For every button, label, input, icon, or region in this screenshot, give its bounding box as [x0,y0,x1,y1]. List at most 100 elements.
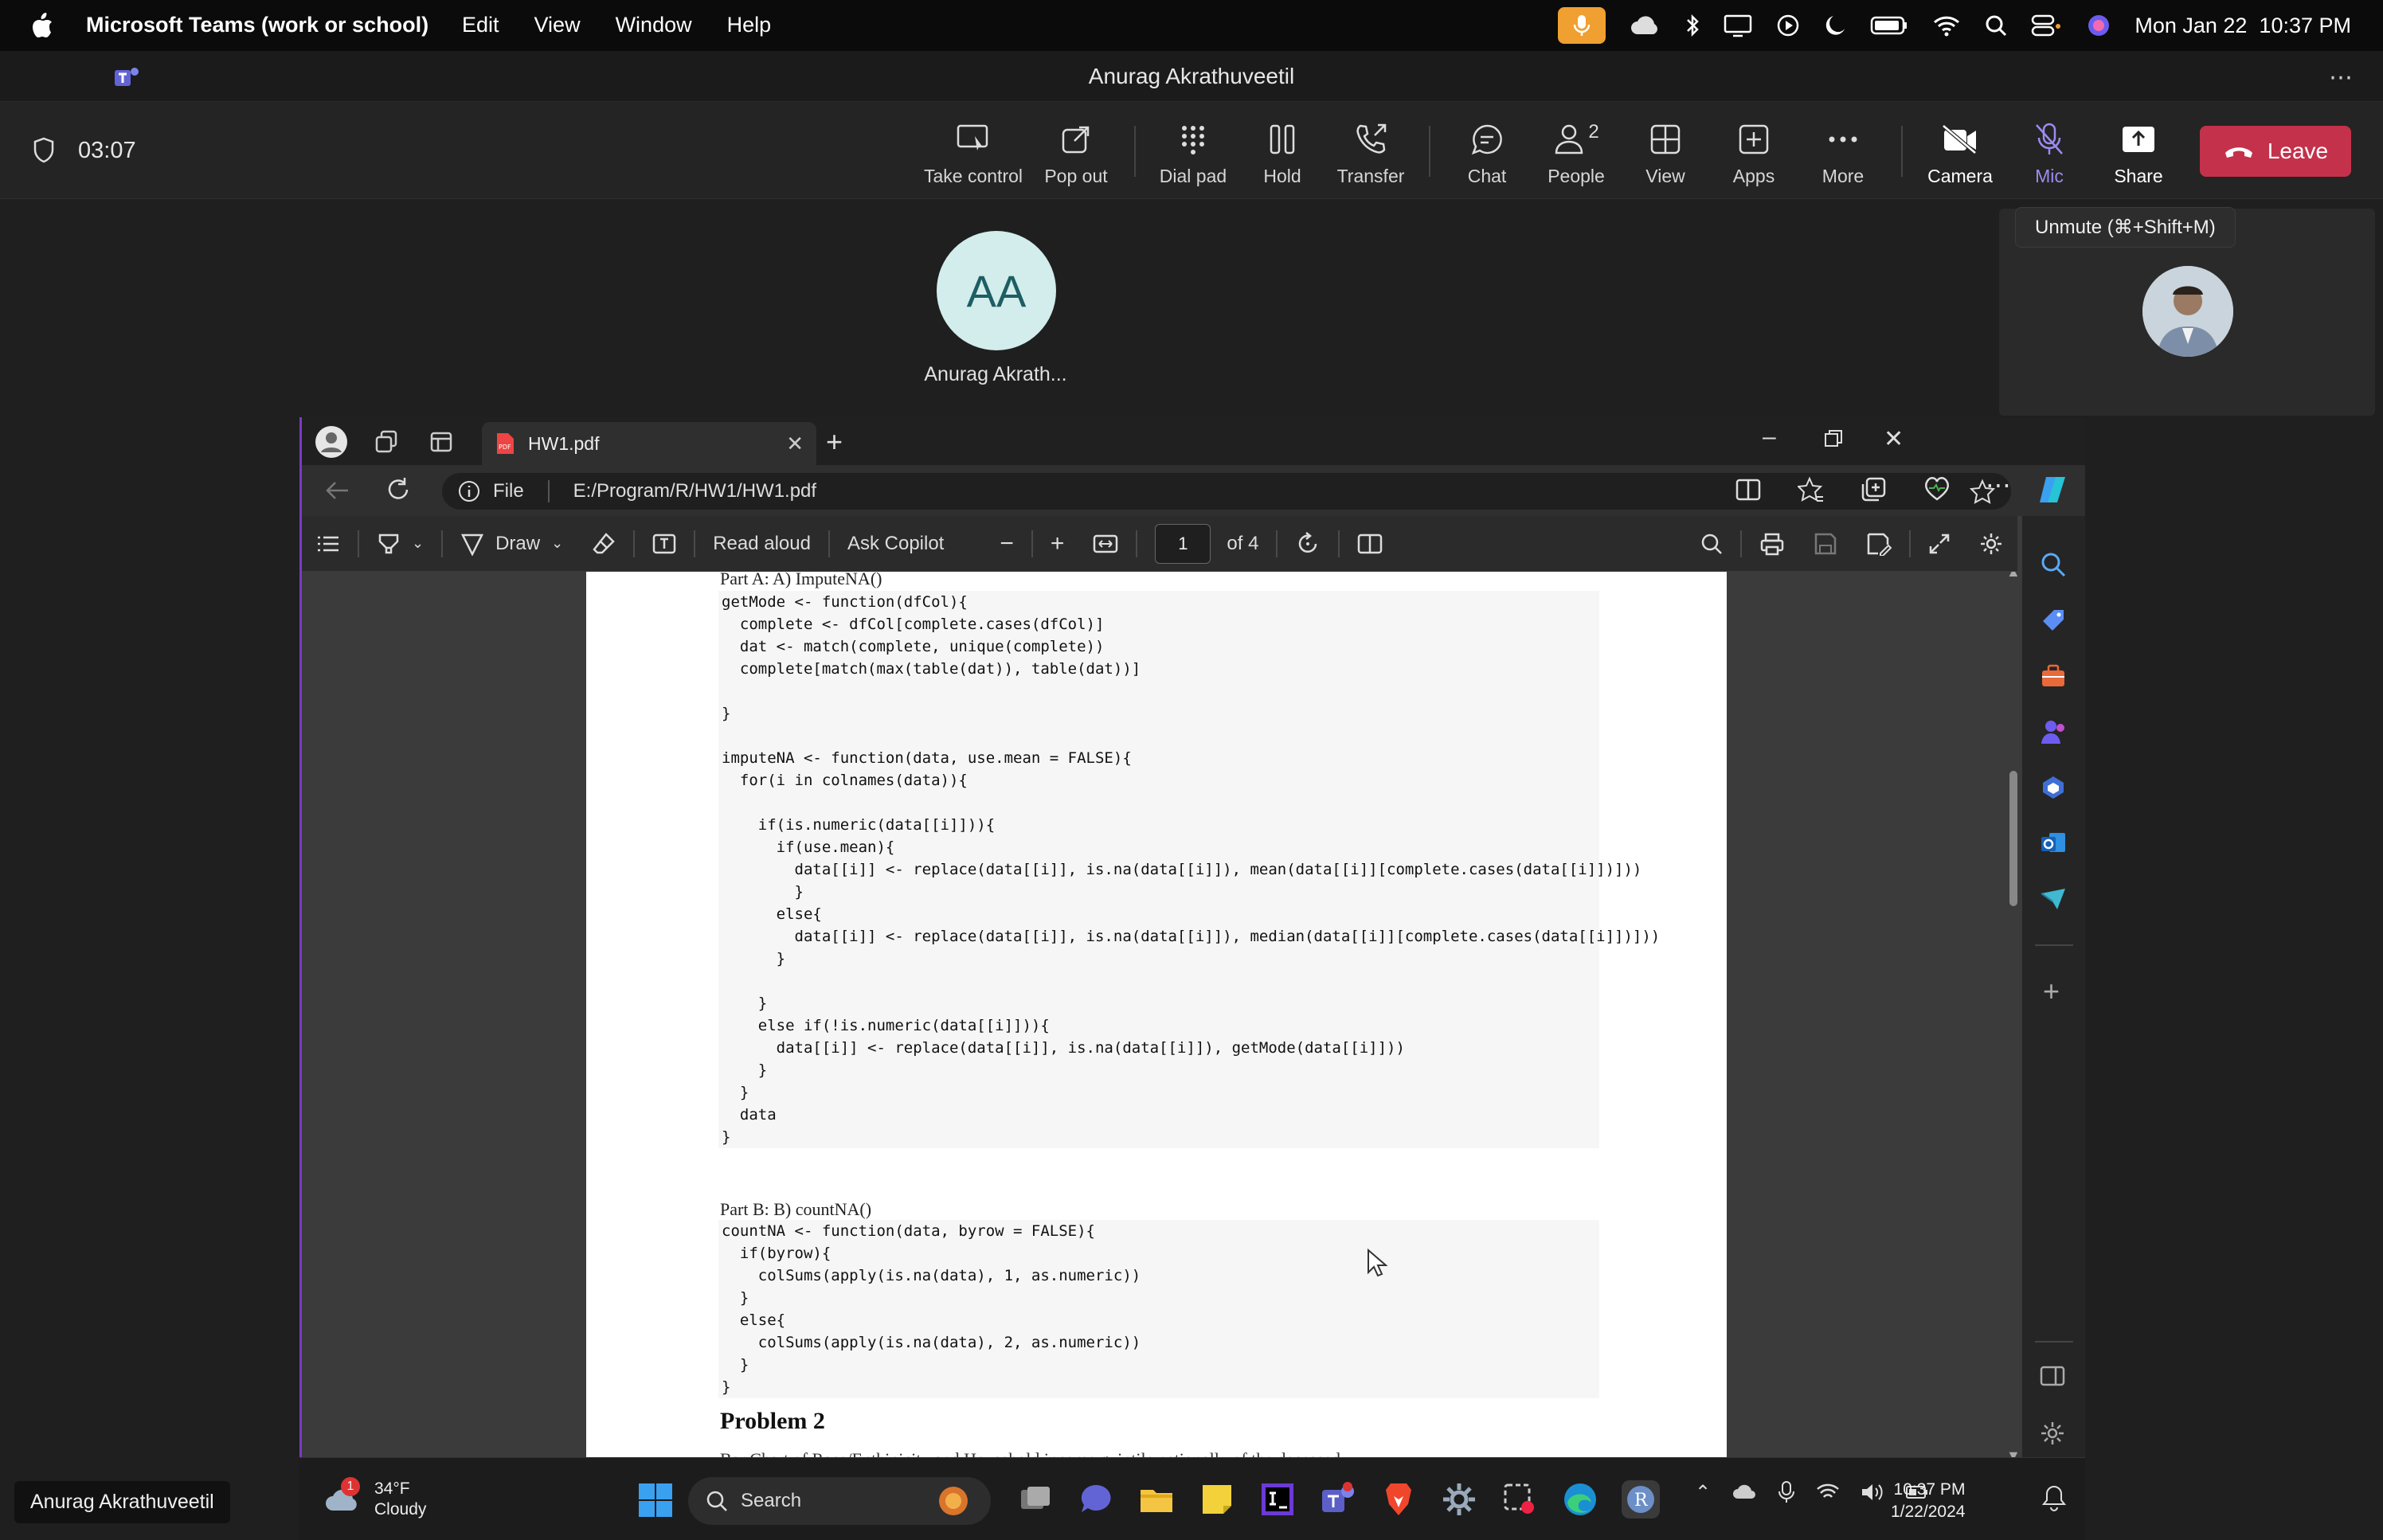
address-field[interactable]: File E:/Program/R/HW1/HW1.pdf [442,473,2011,510]
chevron-down-icon[interactable]: ⌄ [551,535,563,552]
ask-copilot-button[interactable]: Ask Copilot [833,533,958,555]
chat-app-icon[interactable] [1077,1480,1115,1519]
taskbar-clock[interactable]: 10:37 PM 1/22/2024 [1891,1479,1965,1523]
read-aloud-button[interactable]: Read aloud [698,533,825,555]
notifications-icon[interactable] [2042,1483,2066,1512]
zoom-out-button[interactable]: − [985,530,1028,557]
menu-window[interactable]: Window [616,13,692,37]
apple-menu-icon[interactable] [30,12,54,39]
task-view-icon[interactable] [1016,1480,1055,1519]
browser-essentials-icon[interactable] [1923,476,1951,502]
zoom-in-button[interactable]: + [1036,530,1079,557]
refresh-icon[interactable] [385,476,412,503]
teams-app-icon[interactable] [1319,1480,1357,1519]
split-screen-icon[interactable] [1735,478,1761,502]
workspaces-icon[interactable] [374,430,399,454]
transfer-button[interactable]: Transfer [1323,119,1418,187]
fit-to-page-button[interactable] [1078,534,1133,554]
mic-in-use-icon[interactable] [1558,7,1606,44]
sidebar-search-icon[interactable] [2040,551,2067,578]
edge-browser-icon[interactable] [1561,1480,1599,1519]
page-number-input[interactable]: 1 [1155,523,1211,564]
highlight-button[interactable]: ⌄ [362,532,438,556]
collections-icon[interactable] [1860,476,1887,503]
brave-browser-icon[interactable] [1379,1480,1418,1519]
restore-icon[interactable] [1823,428,1844,449]
rotate-button[interactable] [1281,531,1335,557]
profile-icon[interactable] [315,425,348,459]
participant-avatar[interactable]: AA [937,231,1056,350]
people-button[interactable]: 2 People [1528,119,1624,187]
sidebar-drop-icon[interactable] [2040,885,2067,913]
sidebar-add-icon[interactable]: + [2043,977,2060,1006]
weather-widget[interactable]: 1 34°F Cloudy [323,1477,426,1520]
share-button[interactable]: Share [2091,119,2186,187]
take-control-button[interactable]: Take control [924,119,1023,187]
save-as-button[interactable] [1852,532,1906,556]
draw-button[interactable]: Draw ⌄ [446,532,577,556]
windows-start-icon[interactable] [637,1482,674,1519]
tab-actions-icon[interactable] [429,430,453,454]
menubar-clock[interactable]: Mon Jan 22 10:37 PM [2135,14,2351,38]
battery-icon[interactable] [1870,15,1908,36]
app-name[interactable]: Microsoft Teams (work or school) [86,13,428,37]
control-center-icon[interactable] [2031,14,2063,37]
site-info-icon[interactable] [458,480,480,502]
erase-button[interactable] [577,532,630,556]
hold-button[interactable]: Hold [1235,119,1330,187]
r-app-icon[interactable]: R [1622,1480,1660,1519]
scrollbar-thumb[interactable] [2009,771,2017,906]
chevron-up-icon[interactable]: ⌃ [1695,1481,1711,1504]
taskbar-search[interactable]: Search [688,1477,991,1525]
chevron-down-icon[interactable]: ⌄ [412,535,424,552]
settings-app-icon[interactable] [1440,1480,1478,1519]
play-icon[interactable] [1776,14,1800,37]
spotlight-search-icon[interactable] [1985,14,2007,37]
favorites-icon[interactable] [1798,476,1825,503]
intellij-icon[interactable] [1258,1480,1297,1519]
microphone-icon[interactable] [1778,1480,1795,1504]
focus-moon-icon[interactable] [1824,14,1846,37]
minimize-icon[interactable]: – [1763,424,1776,451]
sidebar-copilot-design-icon[interactable] [2040,774,2067,801]
menu-help[interactable]: Help [727,13,772,37]
hide-sidebar-icon[interactable] [2040,1365,2065,1387]
back-icon[interactable] [324,478,351,503]
pdf-viewer[interactable]: Part A: A) ImputeNA() getMode <- functio… [302,572,2017,1470]
address-url[interactable]: E:/Program/R/HW1/HW1.pdf [573,480,816,502]
copilot-icon[interactable] [2037,475,2068,505]
save-button[interactable] [1799,532,1852,556]
bluetooth-icon[interactable] [1685,14,1700,37]
sidebar-shopping-icon[interactable] [2040,607,2067,634]
scroll-up-icon[interactable]: ▲ [2006,572,2017,580]
tab-hw1-pdf[interactable]: PDF HW1.pdf ✕ [482,422,816,465]
display-icon[interactable] [1724,14,1752,37]
page-view-button[interactable] [1343,533,1397,555]
chat-button[interactable]: Chat [1439,119,1535,187]
onedrive-icon[interactable] [1731,1483,1757,1502]
wifi-icon[interactable] [1816,1483,1840,1502]
mic-button[interactable]: Mic [2001,119,2097,187]
full-screen-button[interactable] [1914,533,1965,555]
view-button[interactable]: View [1618,119,1713,187]
close-tab-icon[interactable]: ✕ [786,432,804,456]
add-text-button[interactable] [638,533,691,555]
print-button[interactable] [1745,532,1799,556]
snipping-tool-icon[interactable] [1501,1480,1539,1519]
find-button[interactable] [1686,533,1737,555]
sticky-notes-icon[interactable] [1198,1480,1236,1519]
sidebar-outlook-icon[interactable] [2040,830,2067,857]
apps-button[interactable]: Apps [1706,119,1802,187]
camera-button[interactable]: Camera [1912,119,2008,187]
file-explorer-icon[interactable] [1137,1480,1176,1519]
settings-more-icon[interactable]: ⋯ [1986,470,2011,500]
menu-view[interactable]: View [534,13,581,37]
sidebar-tools-icon[interactable] [2040,663,2067,690]
leave-button[interactable]: Leave [2200,126,2351,177]
sidebar-settings-icon[interactable] [2040,1421,2065,1446]
wifi-icon[interactable] [1932,14,1961,37]
cloud-icon[interactable] [1630,15,1661,36]
dial-pad-button[interactable]: Dial pad [1145,119,1241,187]
pop-out-button[interactable]: Pop out [1028,119,1124,187]
close-window-icon[interactable]: ✕ [1884,425,1904,453]
